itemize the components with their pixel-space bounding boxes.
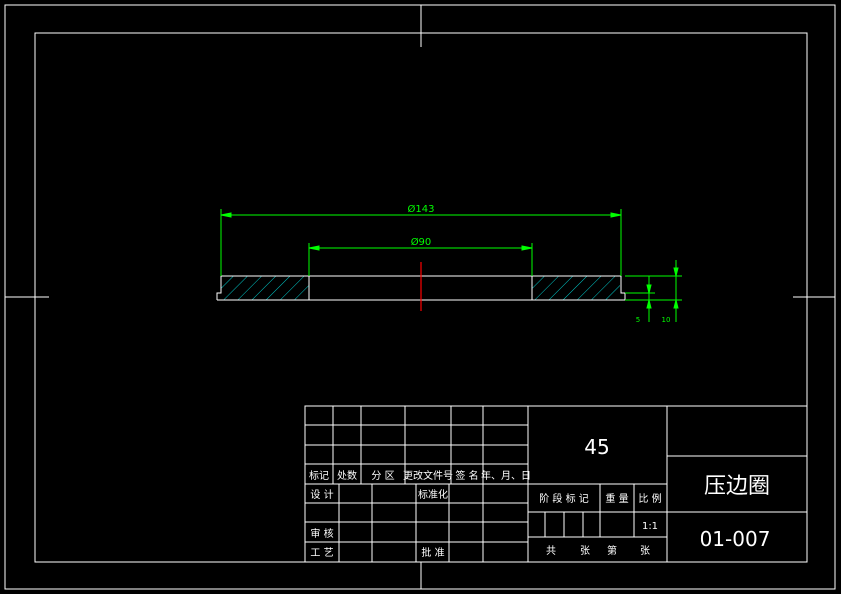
label-sheet-unit-2: 张 bbox=[640, 545, 650, 557]
rev-header-zone: 分 区 bbox=[371, 470, 394, 482]
label-weight: 重 量 bbox=[605, 492, 628, 505]
left-section-hatch bbox=[221, 276, 309, 300]
part-section-view bbox=[216, 262, 626, 311]
label-sheet-total: 共 bbox=[546, 545, 556, 557]
label-stage-mark: 阶 段 标 记 bbox=[539, 492, 589, 505]
label-approval: 批 准 bbox=[421, 546, 444, 559]
centering-marks bbox=[5, 5, 835, 589]
rev-header-signature: 签 名 bbox=[455, 469, 478, 482]
dimension-thickness bbox=[625, 260, 682, 322]
side-dimension-1: 5 bbox=[636, 316, 640, 324]
outer-sheet-border bbox=[4, 4, 836, 590]
label-standardization: 标准化 bbox=[418, 488, 448, 501]
rev-header-change-doc: 更改文件号 bbox=[403, 469, 453, 482]
outer-diameter-label: Ø143 bbox=[408, 203, 435, 215]
scale-value: 1:1 bbox=[642, 521, 658, 532]
cad-drawing: Ø143 Ø90 5 10 标记 处数 分 区 更改文件号 签 名 年、月、日 … bbox=[4, 4, 836, 590]
inner-diameter-label: Ø90 bbox=[411, 236, 432, 248]
rev-header-date: 年、月、日 bbox=[481, 469, 531, 482]
rev-header-count: 处数 bbox=[337, 469, 357, 482]
drawing-number: 01-007 bbox=[700, 527, 771, 551]
label-scale: 比 例 bbox=[638, 492, 661, 505]
label-sheet-page: 第 bbox=[607, 544, 617, 557]
material-value: 45 bbox=[584, 435, 609, 459]
side-dimension-2: 10 bbox=[662, 316, 671, 324]
label-process: 工 艺 bbox=[310, 547, 333, 559]
label-review: 审 核 bbox=[310, 527, 333, 540]
label-sheet-unit: 张 bbox=[580, 545, 590, 557]
rev-header-mark: 标记 bbox=[309, 470, 329, 482]
right-section-hatch bbox=[532, 276, 620, 300]
part-name: 压边圈 bbox=[704, 474, 770, 499]
label-design: 设 计 bbox=[310, 488, 333, 501]
